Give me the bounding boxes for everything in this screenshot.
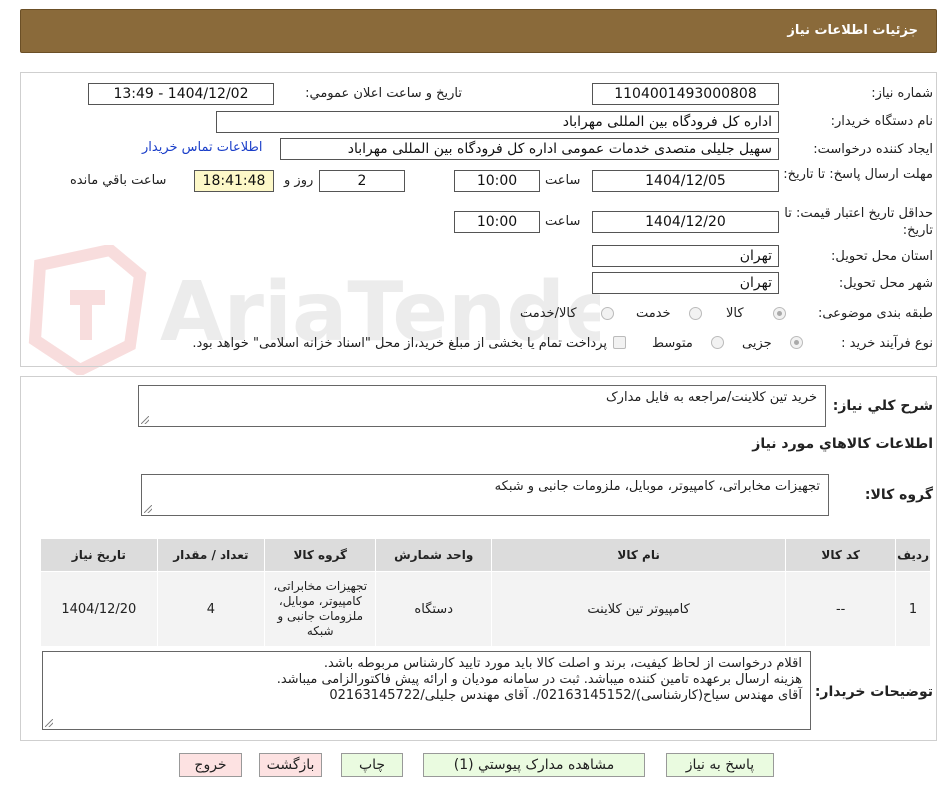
col-header-group: گروه کالا bbox=[264, 538, 377, 572]
col-header-name: نام کالا bbox=[491, 538, 787, 572]
days-label: روز و bbox=[284, 173, 314, 188]
page-title: جزئیات اطلاعات نیاز bbox=[787, 23, 918, 38]
buyer-org-label: نام دستگاه خريدار: bbox=[830, 114, 933, 129]
price-validity-label: حداقل تاريخ اعتبار قيمت: تا تاريخ: bbox=[784, 206, 933, 238]
cell-name: کامپیوتر تین کلاینت bbox=[491, 571, 787, 647]
price-validity-date: 1404/12/20 bbox=[592, 211, 779, 233]
page-header: جزئیات اطلاعات نیاز bbox=[20, 9, 937, 53]
remaining-time-label: ساعت باقي مانده bbox=[70, 173, 167, 188]
category-service-option: خدمت bbox=[636, 306, 671, 321]
reply-deadline-time: 10:00 bbox=[454, 170, 540, 192]
announce-datetime-field: 1404/12/02 - 13:49 bbox=[88, 83, 274, 105]
price-validity-time: 10:00 bbox=[454, 211, 540, 233]
buyer-contact-link[interactable]: اطلاعات تماس خريدار bbox=[142, 140, 262, 155]
treasury-checkbox[interactable] bbox=[613, 336, 626, 349]
category-goods-option: کالا bbox=[726, 306, 744, 321]
col-header-quantity: تعداد / مقدار bbox=[156, 538, 266, 572]
view-attachments-button[interactable]: مشاهده مدارک پيوستي (1) bbox=[423, 753, 645, 777]
process-medium-radio[interactable] bbox=[711, 336, 724, 349]
table-row: 1 -- کامپیوتر تین کلاینت دستگاه تجهیزات … bbox=[40, 571, 931, 647]
delivery-province-field: تهران bbox=[592, 245, 779, 267]
buyer-notes-line: اقلام درخواست از لحاظ کیفیت، برند و اصلت… bbox=[323, 656, 802, 671]
buyer-org-field: اداره کل فرودگاه بین المللی مهراباد bbox=[216, 111, 779, 133]
reply-deadline-label: مهلت ارسال پاسخ: تا تاریخ: bbox=[783, 167, 933, 182]
back-button[interactable]: بازگشت bbox=[259, 753, 322, 777]
summary-field[interactable]: خرید تین کلاینت/مراجعه به فایل مدارک bbox=[138, 385, 826, 427]
col-header-unit: واحد شمارش bbox=[375, 538, 493, 572]
price-time-label: ساعت bbox=[545, 214, 581, 229]
process-small-option: جزیی bbox=[742, 336, 772, 351]
summary-text: خرید تین کلاینت/مراجعه به فایل مدارک bbox=[606, 390, 817, 405]
cell-unit: دستگاه bbox=[375, 571, 493, 647]
goods-section-heading: اطلاعات کالاهاي مورد نياز bbox=[752, 436, 933, 452]
treasury-note: پرداخت تمام يا بخشی از مبلغ خريد،از محل … bbox=[192, 336, 607, 351]
reply-time-label: ساعت bbox=[545, 173, 581, 188]
purchase-process-label: نوع فرآیند خرید : bbox=[841, 336, 933, 351]
buyer-notes-line: آقای مهندس سیاح(کارشناسی)/02163145152/. … bbox=[329, 688, 802, 703]
delivery-city-label: شهر محل تحويل: bbox=[838, 276, 933, 291]
cell-group: تجهیزات مخابراتی، کامپیوتر، موبایل، ملزو… bbox=[264, 571, 377, 647]
print-button[interactable]: چاپ bbox=[341, 753, 403, 777]
category-label: طبقه بندی موضوعی: bbox=[817, 306, 933, 321]
resize-grip-icon[interactable] bbox=[144, 505, 152, 513]
announce-datetime-label: تاریخ و ساعت اعلان عمومي: bbox=[305, 86, 462, 101]
remaining-time-field: 18:41:48 bbox=[194, 170, 274, 192]
resize-grip-icon[interactable] bbox=[141, 416, 149, 424]
process-medium-option: متوسط bbox=[652, 336, 693, 351]
goods-group-field[interactable]: تجهیزات مخابراتی، کامپیوتر، موبایل، ملزو… bbox=[141, 474, 829, 516]
table-header-row: رديف کد کالا نام کالا واحد شمارش گروه کا… bbox=[40, 538, 931, 572]
buyer-notes-field[interactable]: اقلام درخواست از لحاظ کیفیت، برند و اصلت… bbox=[42, 651, 811, 730]
resize-grip-icon[interactable] bbox=[45, 719, 53, 727]
cell-quantity: 4 bbox=[156, 571, 266, 647]
category-service-radio[interactable] bbox=[689, 307, 702, 320]
goods-table: رديف کد کالا نام کالا واحد شمارش گروه کا… bbox=[40, 538, 931, 647]
delivery-city-field: تهران bbox=[592, 272, 779, 294]
col-header-code: کد کالا bbox=[785, 538, 897, 572]
exit-button[interactable]: خروج bbox=[179, 753, 242, 777]
need-number-label: شماره نیاز: bbox=[871, 86, 933, 101]
process-small-radio[interactable] bbox=[790, 336, 803, 349]
need-number-field: 1104001493000808 bbox=[592, 83, 779, 105]
reply-days-field: 2 bbox=[319, 170, 405, 192]
category-goods-radio[interactable] bbox=[773, 307, 786, 320]
cell-code: -- bbox=[785, 571, 897, 647]
reply-button[interactable]: پاسخ به نياز bbox=[666, 753, 774, 777]
goods-group-label: گروه کالا: bbox=[864, 487, 933, 503]
delivery-province-label: استان محل تحويل: bbox=[831, 249, 933, 264]
col-header-row-number: رديف bbox=[895, 538, 931, 572]
requester-label: ايجاد کننده درخواست: bbox=[813, 142, 933, 157]
category-goods-service-radio[interactable] bbox=[601, 307, 614, 320]
category-goods-service-option: کالا/خدمت bbox=[520, 306, 577, 321]
reply-deadline-date: 1404/12/05 bbox=[592, 170, 779, 192]
goods-group-text: تجهیزات مخابراتی، کامپیوتر، موبایل، ملزو… bbox=[494, 479, 820, 494]
buyer-notes-line: هزینه ارسال برعهده تامین کننده میباشد. ث… bbox=[276, 672, 802, 687]
summary-label: شرح کلي نياز: bbox=[832, 398, 933, 414]
buyer-notes-label: توضیحات خریدار: bbox=[814, 684, 933, 700]
requester-field: سهیل جلیلی متصدی خدمات عمومی اداره کل فر… bbox=[280, 138, 779, 160]
cell-row-number: 1 bbox=[895, 571, 931, 647]
col-header-need-date: تاریخ نیاز bbox=[40, 538, 158, 572]
cell-need-date: 1404/12/20 bbox=[40, 571, 158, 647]
